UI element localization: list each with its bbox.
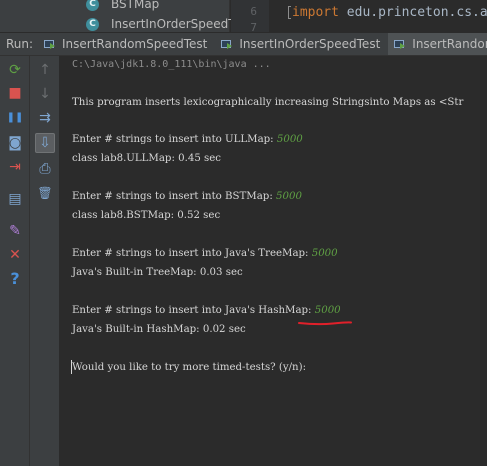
scroll-to-end-icon[interactable]: ⇩ xyxy=(35,133,55,153)
run-tab-label: InsertRandomSpeedTest xyxy=(412,37,487,51)
scroll-up-icon[interactable]: ↑ xyxy=(35,60,55,80)
class-icon: C xyxy=(86,17,99,31)
user-input: 5000 xyxy=(311,248,338,259)
code-line[interactable]: import edu.princeton.cs.algs4 xyxy=(292,5,487,20)
run-tab-insertrandomspeedtest[interactable]: InsertRandomSpeedTest xyxy=(38,33,215,55)
stop-icon[interactable]: ■ xyxy=(5,83,25,103)
user-input: 5000 xyxy=(314,305,341,316)
run-label: Run: xyxy=(6,37,34,51)
scroll-down-icon[interactable]: ↓ xyxy=(35,84,55,104)
java-path-line: C:\Java\jdk1.8.0_111\bin\java ... xyxy=(72,59,271,70)
line-number: 6 xyxy=(250,5,257,18)
camera-icon[interactable]: ◙ xyxy=(5,133,25,153)
prompt-text: Enter # strings to insert into ULLMap: xyxy=(72,134,277,145)
console-output[interactable]: C:\Java\jdk1.8.0_111\bin\java ... This p… xyxy=(61,56,487,466)
prompt-line-bstmap: Enter # strings to insert into BSTMap: 5… xyxy=(72,190,302,204)
prompt-line-treemap: Enter # strings to insert into Java's Tr… xyxy=(72,247,338,261)
fold-marker-icon[interactable] xyxy=(288,6,291,19)
code-keyword: import xyxy=(292,5,339,20)
run-tab-insertinorderspeedtest[interactable]: InsertInOrderSpeedTest xyxy=(215,33,388,55)
run-config-icon xyxy=(221,38,233,50)
run-tab-label: InsertRandomSpeedTest xyxy=(62,37,208,51)
trash-icon[interactable]: 🗑 xyxy=(35,183,55,203)
editor-strip: C BSTMap C InsertInOrderSpeedTest 6 7 im… xyxy=(0,0,487,32)
intro-line: This program inserts lexicographically i… xyxy=(72,97,464,108)
tree-item-label: BSTMap xyxy=(111,0,160,11)
run-config-icon xyxy=(44,38,56,50)
line-number: 7 xyxy=(250,21,257,32)
layout-icon[interactable]: ▤ xyxy=(5,189,25,209)
red-underline-annotation xyxy=(298,321,352,326)
result-line-bstmap: class lab8.BSTMap: 0.52 sec xyxy=(72,210,221,221)
final-prompt-line: Would you like to try more timed-tests? … xyxy=(72,362,306,373)
code-package: edu.princeton.cs.algs4 xyxy=(346,5,487,20)
print-icon[interactable]: ⎙ xyxy=(35,159,55,179)
project-tree: C BSTMap C InsertInOrderSpeedTest xyxy=(0,0,252,32)
soft-wrap-icon[interactable]: ⇉ xyxy=(35,108,55,128)
exit-icon[interactable]: ⇥ xyxy=(5,157,25,177)
close-icon[interactable]: ✕ xyxy=(5,245,25,265)
tree-item-insertinorderspeedtest[interactable]: C InsertInOrderSpeedTest xyxy=(86,16,252,32)
rerun-icon[interactable]: ⟳ xyxy=(5,60,25,80)
run-toolbar-left: ⟳ ■ ❚❚ ◙ ⇥ ▤ ✎ ✕ ? xyxy=(0,56,30,466)
run-toolbar-right: ↑ ↓ ⇉ ⇩ ⎙ 🗑 xyxy=(30,56,60,466)
pause-icon[interactable]: ❚❚ xyxy=(5,108,25,128)
run-config-icon xyxy=(394,38,406,50)
tree-item-bstmap[interactable]: C BSTMap xyxy=(86,0,159,12)
user-input: 5000 xyxy=(276,134,303,145)
text-caret xyxy=(71,360,72,374)
help-icon[interactable]: ? xyxy=(5,269,25,289)
result-line-hashmap: Java's Built-in HashMap: 0.02 sec xyxy=(72,324,246,335)
user-input: 5000 xyxy=(276,191,302,202)
run-tab-bar: Run: InsertRandomSpeedTest InsertInOrder… xyxy=(0,32,487,56)
run-tab-label: InsertInOrderSpeedTest xyxy=(239,37,381,51)
line-number-gutter: 6 7 xyxy=(231,0,269,32)
result-line-ullmap: class lab8.ULLMap: 0.45 sec xyxy=(72,153,222,164)
class-icon: C xyxy=(86,0,99,11)
prompt-line-ullmap: Enter # strings to insert into ULLMap: 5… xyxy=(72,133,303,147)
prompt-text: Enter # strings to insert into Java's Ha… xyxy=(72,305,315,316)
run-tab-insertrandomspeedtest-active[interactable]: InsertRandomSpeedTest xyxy=(388,33,487,55)
prompt-line-hashmap: Enter # strings to insert into Java's Ha… xyxy=(72,304,341,318)
prompt-text: Enter # strings to insert into BSTMap: xyxy=(72,191,276,202)
pin-icon[interactable]: ✎ xyxy=(5,221,25,241)
result-line-treemap: Java's Built-in TreeMap: 0.03 sec xyxy=(72,267,243,278)
prompt-text: Enter # strings to insert into Java's Tr… xyxy=(72,248,312,259)
